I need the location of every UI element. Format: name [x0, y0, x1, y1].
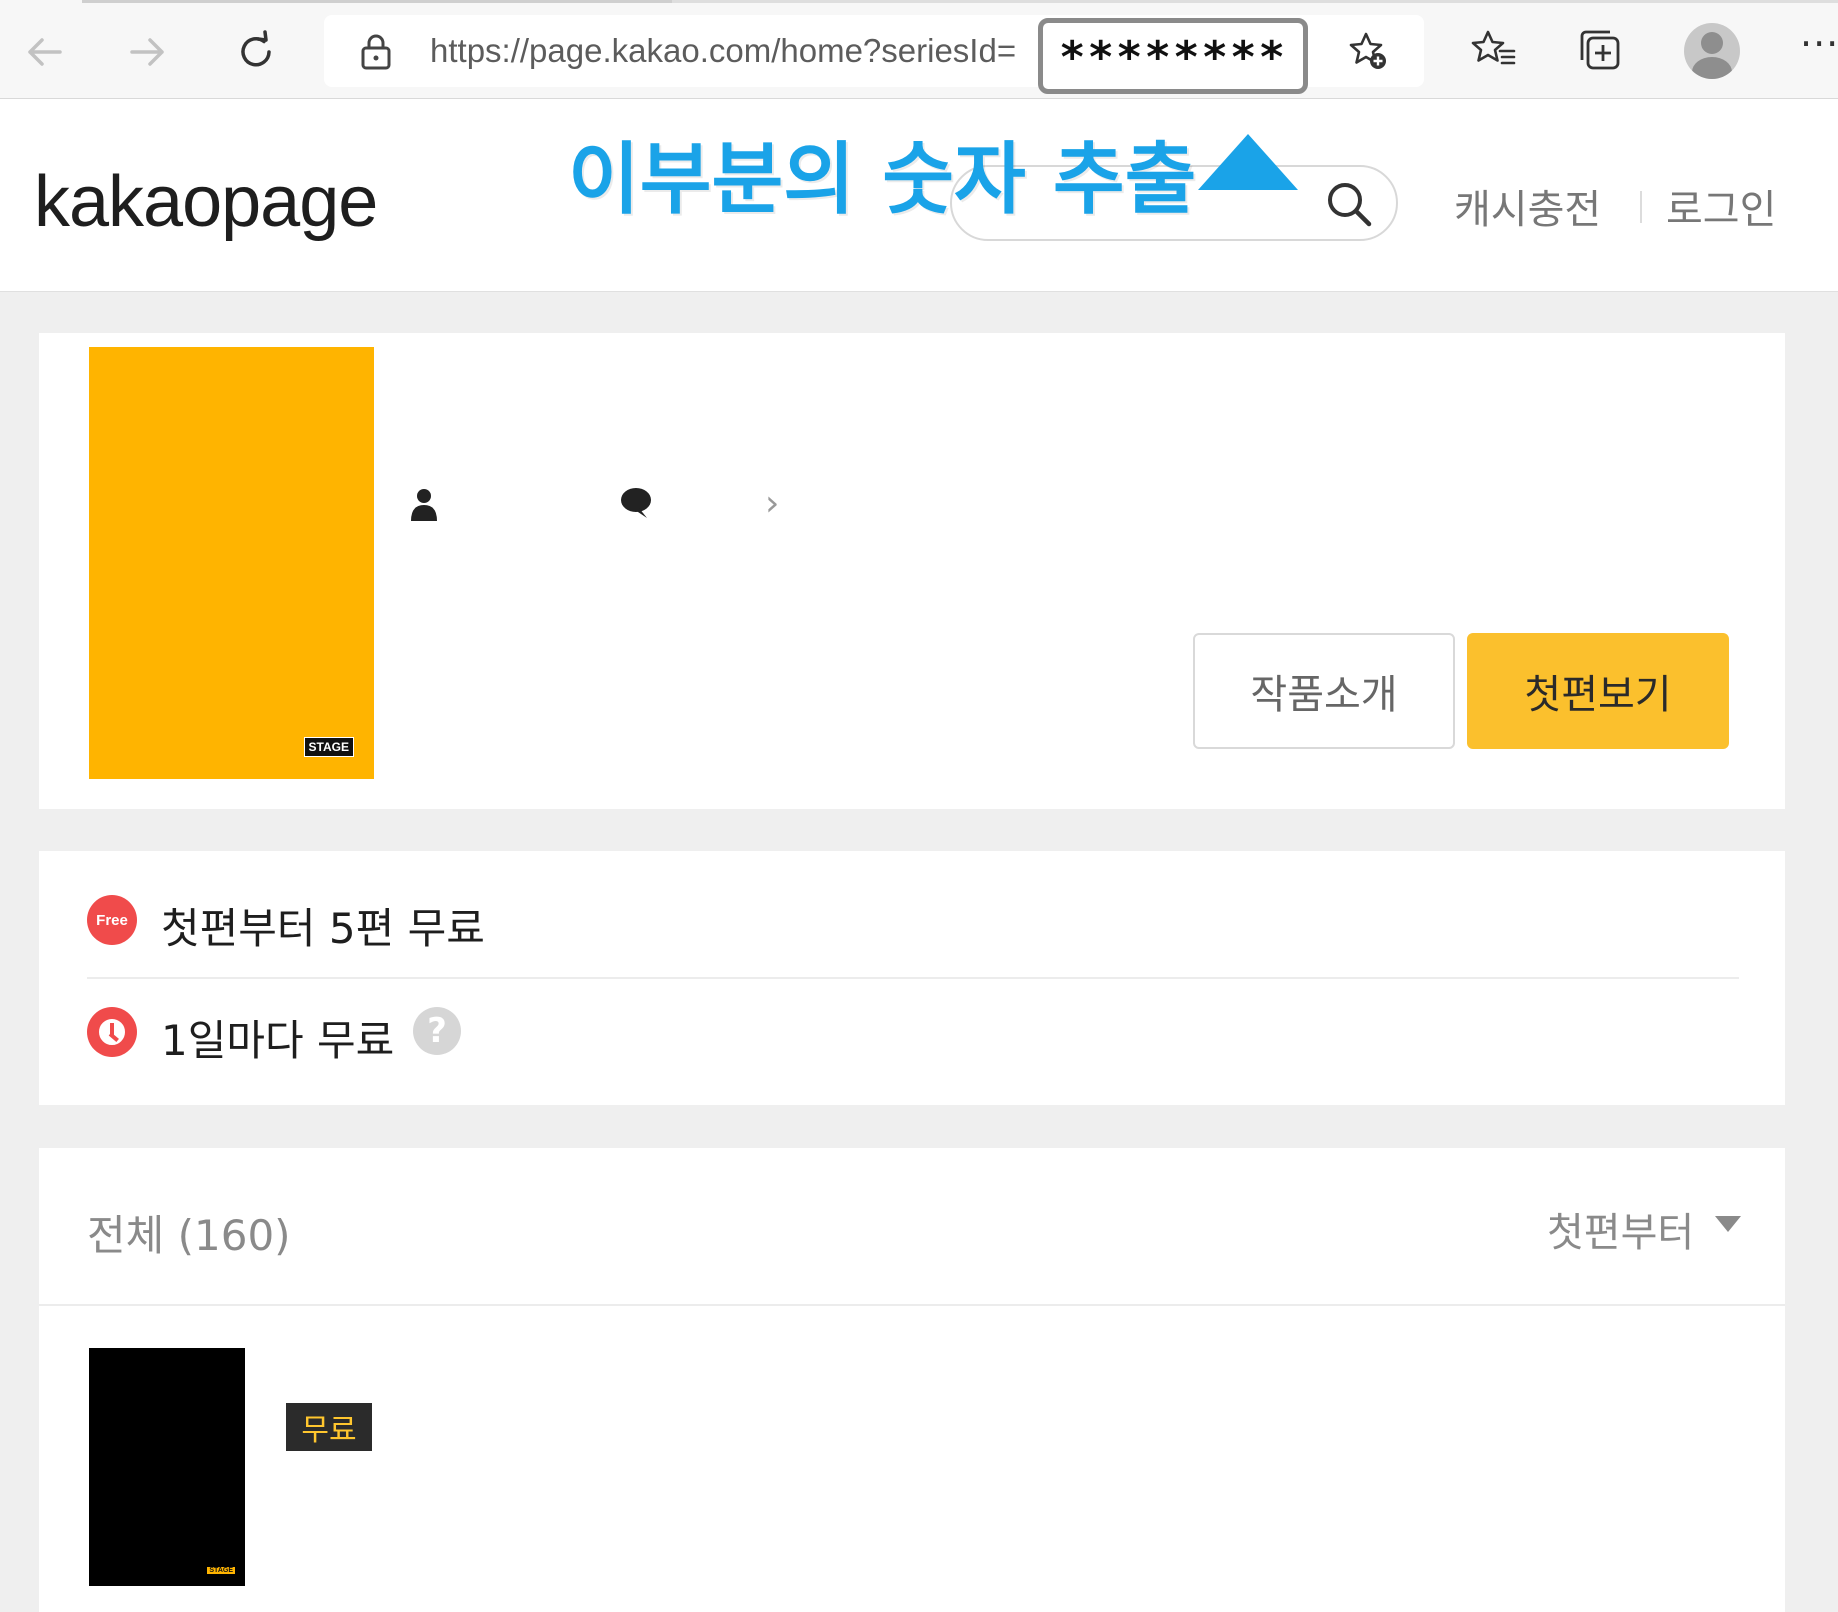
search-icon[interactable] — [1324, 179, 1374, 229]
daily-free-row: 1일마다 무료 ? — [87, 987, 1739, 1077]
view-first-episode-button[interactable]: 첫편보기 — [1467, 633, 1729, 749]
favorites-icon[interactable] — [1470, 26, 1518, 74]
url-text[interactable]: https://page.kakao.com/home?seriesId= — [430, 32, 1016, 70]
add-favorite-icon[interactable] — [1346, 29, 1390, 73]
chevron-right-icon[interactable]: › — [765, 483, 779, 524]
arrow-right-icon — [130, 38, 164, 66]
annotation-arrow-icon — [1198, 134, 1298, 190]
reload-button[interactable] — [226, 22, 286, 82]
kakaopage-logo[interactable]: kakaopage — [34, 161, 378, 243]
caret-down-icon[interactable] — [1715, 1216, 1741, 1232]
person-icon — [411, 489, 437, 521]
tab-strip — [82, 0, 672, 3]
reload-icon — [241, 30, 271, 67]
episode-free-tag: 무료 — [286, 1403, 372, 1451]
back-button[interactable] — [14, 22, 74, 82]
site-header: kakaopage 이부분의 숫자 추출 캐시충전 로그인 — [0, 99, 1838, 292]
help-icon[interactable]: ? — [413, 1007, 461, 1055]
episode-list-card: 전체 (160) 첫편부터 STAGE 무료 — [39, 1148, 1785, 1612]
url-masked-series-id[interactable]: ******** — [1038, 18, 1308, 94]
free-episodes-row: Free 첫편부터 5편 무료 — [87, 861, 1739, 979]
stage-badge: STAGE — [303, 737, 354, 757]
episode-total-count: 전체 (160) — [87, 1211, 291, 1260]
free-promo-card: Free 첫편부터 5편 무료 1일마다 무료 ? — [39, 851, 1785, 1105]
comment-icon[interactable] — [619, 486, 653, 520]
sort-dropdown[interactable]: 첫편부터 — [1547, 1200, 1694, 1258]
daily-free-text: 1일마다 무료 — [161, 1016, 395, 1065]
series-intro-button[interactable]: 작품소개 — [1193, 633, 1455, 749]
header-divider — [1640, 191, 1642, 223]
episode-thumbnail[interactable]: STAGE — [89, 1348, 245, 1586]
login-link[interactable]: 로그인 — [1666, 177, 1776, 235]
episode-stage-badge: STAGE — [207, 1567, 235, 1574]
more-menu-icon[interactable]: ··· — [1800, 22, 1838, 66]
cash-charge-link[interactable]: 캐시충전 — [1454, 177, 1601, 235]
arrow-left-icon — [28, 38, 62, 66]
series-info-card: STAGE › 작품소개 첫편보기 — [39, 333, 1785, 809]
clock-icon — [87, 1007, 137, 1057]
tab-strip-rest — [672, 0, 1838, 3]
forward-button[interactable] — [118, 22, 178, 82]
profile-avatar[interactable] — [1684, 23, 1740, 79]
collections-icon[interactable] — [1576, 26, 1624, 74]
lock-icon[interactable] — [356, 31, 396, 71]
series-cover-image: STAGE — [89, 347, 374, 779]
browser-toolbar: https://page.kakao.com/home?seriesId= **… — [0, 0, 1838, 99]
episode-list-header: 전체 (160) 첫편부터 — [39, 1148, 1785, 1306]
free-badge-icon: Free — [87, 895, 137, 945]
free-episodes-text: 첫편부터 5편 무료 — [161, 904, 485, 953]
annotation-label: 이부분의 숫자 추출 — [568, 135, 1197, 225]
address-bar[interactable]: https://page.kakao.com/home?seriesId= **… — [324, 15, 1424, 94]
